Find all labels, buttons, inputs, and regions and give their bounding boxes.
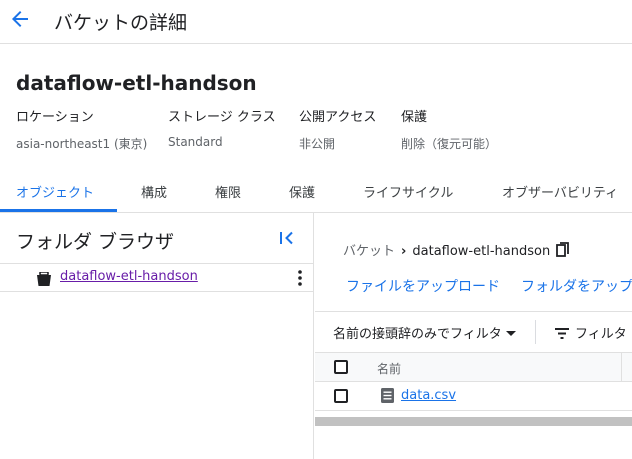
chevron-right-icon: ›: [401, 244, 407, 259]
tab-objects[interactable]: オブジェクト: [16, 176, 94, 213]
breadcrumb-root[interactable]: バケット: [343, 244, 395, 259]
row-checkbox[interactable]: [334, 389, 348, 403]
meta-label: ロケーション: [16, 110, 94, 125]
collapse-left-icon[interactable]: [276, 227, 298, 249]
object-browser: バケット › dataflow-etl-handson ファイルをアップロード フォ…: [315, 213, 632, 459]
folder-tree-item[interactable]: dataflow-etl-handson: [0, 263, 314, 292]
bucket-icon: [36, 271, 52, 286]
column-header-name[interactable]: 名前: [377, 360, 401, 377]
meta-value: 非公開: [299, 137, 336, 151]
prefix-filter-label: 名前の接頭辞のみでフィルタ: [333, 327, 502, 342]
tab-lifecycle[interactable]: ライフサイクル: [363, 176, 453, 213]
meta-location: ロケーション asia-northeast1 (東京): [16, 106, 147, 152]
file-icon: [381, 388, 394, 403]
meta-public-access: 公開アクセス 非公開: [299, 106, 376, 152]
select-all-checkbox[interactable]: [334, 360, 348, 374]
filter-button[interactable]: フィルタ: [555, 323, 627, 342]
table-row: data.csv: [315, 382, 632, 411]
filter-list-icon: [555, 328, 569, 339]
upload-files-button[interactable]: ファイルをアップロード: [346, 276, 500, 296]
meta-value: asia-northeast1 (東京): [16, 137, 148, 151]
meta-value: 削除（復元可能）: [401, 137, 498, 151]
page-title: バケットの詳細: [54, 12, 188, 34]
folder-tree-link[interactable]: dataflow-etl-handson: [60, 269, 198, 284]
filter-label: フィルタ: [575, 327, 627, 342]
tab-permissions[interactable]: 権限: [215, 176, 241, 213]
active-tab-indicator: [0, 209, 117, 212]
folder-browser-panel: フォルダ ブラウザ dataflow-etl-handson: [0, 213, 314, 459]
meta-value: Standard: [168, 135, 223, 149]
meta-label: ストレージ クラス: [168, 110, 276, 125]
tab-configuration[interactable]: 構成: [141, 176, 167, 213]
folder-browser-title: フォルダ ブラウザ: [16, 231, 175, 253]
prefix-filter-dropdown[interactable]: 名前の接頭辞のみでフィルタ: [333, 323, 516, 342]
dropdown-arrow-icon: [505, 331, 516, 336]
breadcrumb-current: dataflow-etl-handson: [412, 244, 551, 259]
tab-protection[interactable]: 保護: [289, 176, 315, 213]
arrow-back-icon[interactable]: [8, 7, 32, 31]
tab-bar: オブジェクト 構成 権限 保護 ライフサイクル オブザーバビリティ: [0, 176, 632, 213]
meta-label: 公開アクセス: [299, 110, 377, 125]
top-bar: バケットの詳細: [0, 0, 632, 44]
meta-storage-class: ストレージ クラス Standard: [168, 106, 276, 149]
bucket-name: dataflow-etl-handson: [16, 71, 257, 95]
object-link[interactable]: data.csv: [401, 388, 456, 403]
filter-bar: 名前の接頭辞のみでフィルタ フィルタ: [315, 311, 632, 351]
meta-protection: 保護 削除（復元可能）: [401, 106, 497, 152]
breadcrumb: バケット › dataflow-etl-handson: [343, 240, 570, 259]
horizontal-scrollbar[interactable]: [315, 417, 632, 426]
divider: [535, 320, 536, 344]
table-header: 名前: [315, 352, 632, 382]
meta-label: 保護: [401, 110, 428, 125]
more-vert-icon[interactable]: [294, 269, 306, 287]
tab-observability[interactable]: オブザーバビリティ: [502, 176, 618, 213]
upload-folder-button[interactable]: フォルダをアップロ: [521, 276, 632, 296]
column-divider: [621, 353, 622, 381]
copy-icon[interactable]: [556, 242, 570, 258]
